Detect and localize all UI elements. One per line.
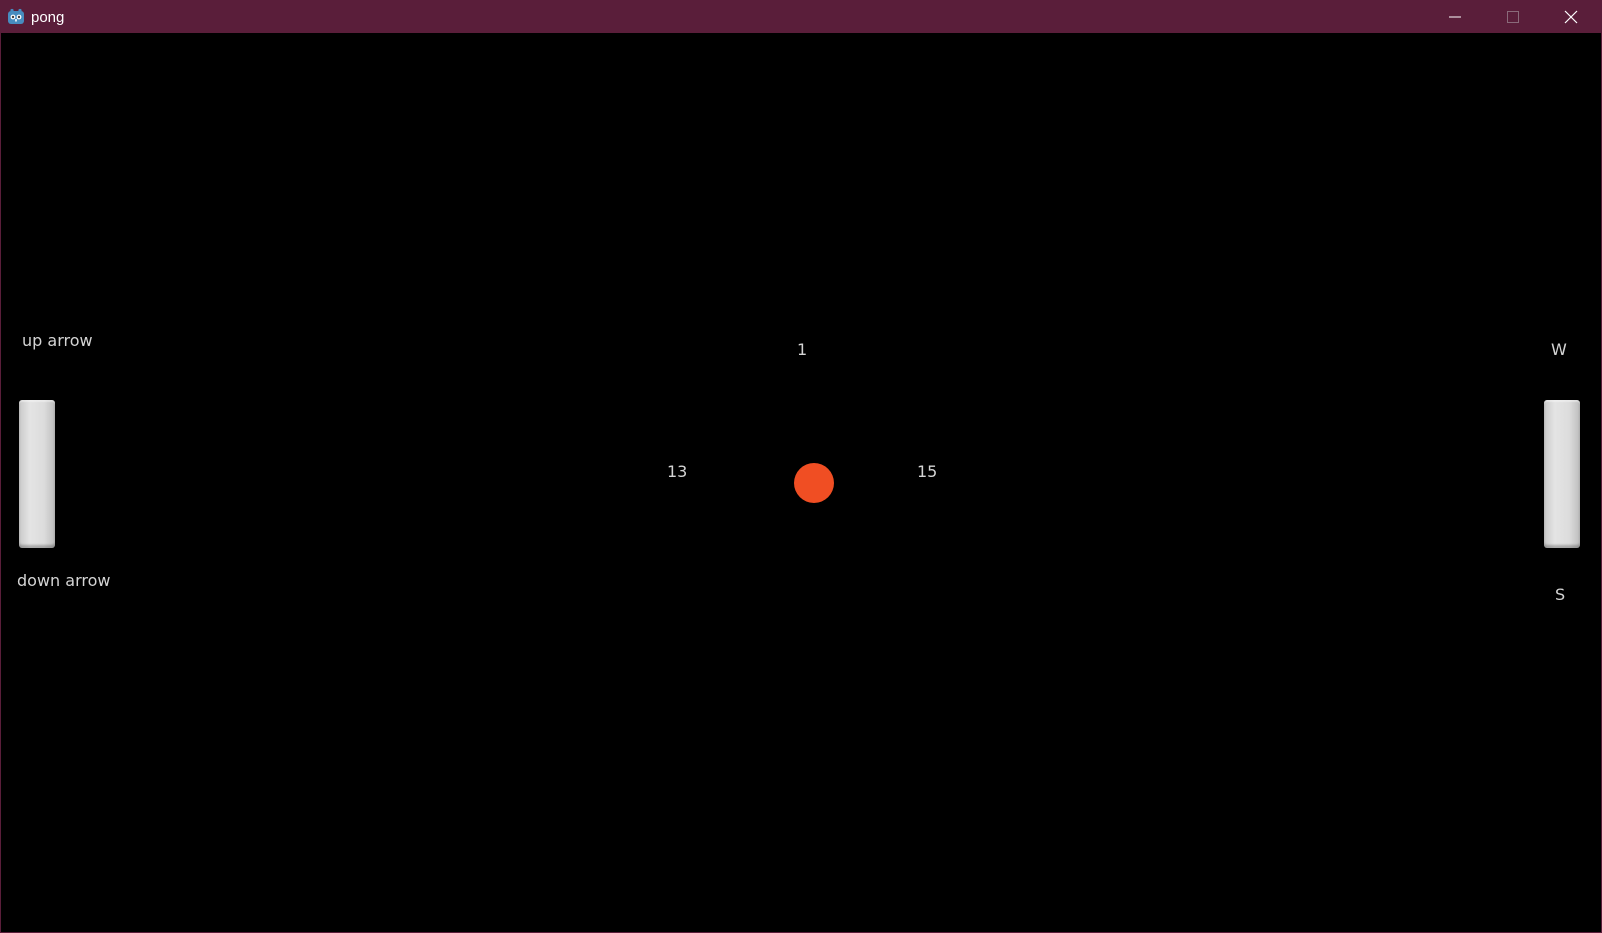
right-paddle — [1544, 400, 1580, 548]
right-up-control-label: W — [1551, 340, 1567, 359]
right-down-control-label: S — [1555, 585, 1566, 604]
title-bar[interactable]: pong — [1, 1, 1601, 33]
game-canvas[interactable]: up arrow down arrow 1 13 15 W S — [1, 33, 1601, 932]
left-paddle — [19, 400, 55, 548]
close-icon — [1564, 10, 1578, 24]
left-score: 13 — [667, 462, 688, 481]
center-counter: 1 — [797, 340, 808, 359]
app-window: pong up arrow down arrow 1 13 15 W S — [0, 0, 1602, 933]
close-button[interactable] — [1542, 1, 1600, 33]
minimize-button[interactable] — [1426, 1, 1484, 33]
left-up-control-label: up arrow — [22, 331, 93, 350]
maximize-icon — [1507, 11, 1519, 23]
left-down-control-label: down arrow — [17, 571, 111, 590]
minimize-icon — [1449, 11, 1461, 23]
right-score: 15 — [917, 462, 938, 481]
window-title: pong — [31, 8, 65, 26]
ball — [794, 463, 834, 503]
godot-engine-icon — [7, 8, 25, 26]
maximize-button[interactable] — [1484, 1, 1542, 33]
